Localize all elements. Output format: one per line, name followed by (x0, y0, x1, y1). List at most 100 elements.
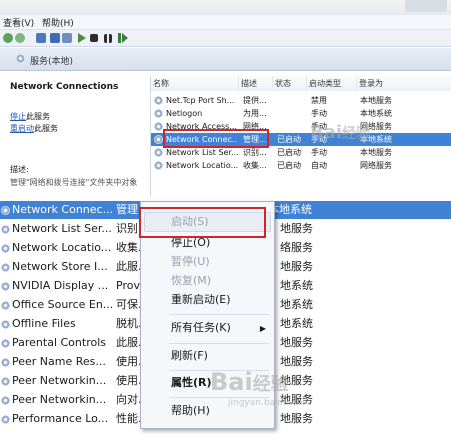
service-icon (1, 263, 10, 272)
menu-item-help[interactable]: 帮助(H) (171, 402, 210, 420)
selected-service-highlight (163, 129, 269, 148)
start-service-icon[interactable] (78, 33, 86, 43)
service-logon: 地系统 (280, 317, 313, 330)
table-row[interactable]: Net.Tcp Port Sh... 提供... 禁用 本地服务 (151, 94, 451, 107)
menu-separator (169, 314, 269, 315)
service-name: Office Source En... (12, 298, 114, 311)
service-icon (154, 96, 163, 105)
column-header-name[interactable]: 名称 (151, 76, 239, 91)
forward-icon[interactable] (15, 33, 25, 43)
service-logon: 地服务 (280, 336, 313, 349)
service-name: Network Store I... (12, 260, 108, 273)
restart-service-link[interactable]: 重启动 (10, 124, 34, 133)
pause-service-icon[interactable] (104, 34, 112, 43)
menu-item-resume[interactable]: 恢复(M) (171, 272, 211, 290)
column-header-status[interactable]: 状态 (273, 76, 307, 91)
properties-icon[interactable] (36, 33, 46, 43)
description-text: 管理"网络和拨号连接"文件夹中对象 (10, 178, 138, 187)
service-icon (1, 320, 10, 329)
service-title: Network Connections (10, 82, 119, 92)
title-strip (0, 0, 451, 15)
description-label: 描述: (10, 165, 29, 174)
submenu-arrow-icon: ▶ (259, 324, 266, 333)
service-logon: 网络服务 (360, 161, 392, 170)
service-logon: 网络服务 (360, 122, 392, 131)
restart-line: 重启动此服务 (10, 123, 58, 134)
service-logon: 地系统 (280, 279, 313, 292)
service-icon (1, 396, 10, 405)
watermark-brand: Bai (310, 122, 343, 143)
watermark-domain: jingyan.baidu.com (228, 398, 312, 408)
column-header-startup-type[interactable]: 启动类型 (307, 76, 357, 91)
service-icon (1, 415, 10, 424)
breadcrumb: 服务(本地) (30, 57, 74, 67)
watermark-brand: Bai (210, 368, 253, 396)
service-name: Peer Networkin... (12, 393, 107, 406)
service-name: NVIDIA Display ... (12, 279, 109, 292)
service-icon (1, 206, 10, 215)
service-icon (1, 244, 10, 253)
restart-service-icon[interactable] (118, 33, 128, 43)
service-icon (1, 377, 10, 386)
service-logon: 地服务 (280, 260, 313, 273)
stop-suffix: 此服务 (26, 112, 50, 121)
menu-item-restart[interactable]: 重新启动(E) (171, 291, 231, 309)
service-name: Network List Ser... (12, 222, 112, 235)
console-icon[interactable] (62, 33, 72, 43)
help-icon[interactable] (50, 33, 60, 43)
menu-item-properties[interactable]: 属性(R) (171, 374, 212, 392)
service-logon: 本地服务 (360, 148, 392, 157)
window-control-icon[interactable] (405, 0, 447, 12)
breadcrumb-bar: 服务(本地) (0, 48, 451, 71)
menu-separator (169, 343, 269, 344)
services-icon (16, 54, 25, 63)
service-name: Network Locatio... (12, 241, 112, 254)
service-logon: 络服务 (280, 241, 313, 254)
back-icon[interactable] (3, 33, 13, 43)
service-name: Parental Controls (12, 336, 106, 349)
service-logon: 本地系统 (360, 135, 392, 144)
menu-help[interactable]: 帮助(H) (42, 16, 74, 29)
service-name: Offline Files (12, 317, 76, 330)
table-row[interactable]: Netlogon 为用... 手动 本地系统 (151, 107, 451, 120)
table-row[interactable]: Network Locatio... 收集... 已启动 自动 网络服务 (151, 159, 451, 172)
service-icon (1, 301, 10, 310)
service-logon: 地服务 (280, 222, 313, 235)
column-header-description[interactable]: 描述 (239, 76, 273, 91)
service-startup: 手动 (311, 109, 327, 118)
restart-suffix: 此服务 (34, 124, 58, 133)
watermark-top: Bai经验 (310, 122, 370, 143)
service-icon (154, 109, 163, 118)
watermark-mark: 经验 (342, 126, 371, 142)
service-logon: 本地系统 (360, 109, 392, 118)
toolbar (0, 30, 451, 47)
service-status: 已启动 (277, 135, 301, 144)
service-logon: 地服务 (280, 412, 313, 425)
service-icon (154, 161, 163, 170)
left-pane: Network Connections 停止此服务 重启动此服务 描述: 管理"… (0, 71, 148, 197)
service-name: Netlogon (166, 109, 203, 118)
service-logon: 本地系统 (268, 203, 312, 216)
stop-service-icon[interactable] (90, 34, 98, 42)
stop-line: 停止此服务 (10, 111, 50, 122)
watermark-mark: 经验 (252, 374, 289, 395)
service-startup: 自动 (311, 161, 327, 170)
menu-item-refresh[interactable]: 刷新(F) (171, 347, 208, 365)
service-logon: 地服务 (280, 355, 313, 368)
stop-service-link[interactable]: 停止 (10, 112, 26, 121)
start-item-highlight (139, 207, 266, 238)
services-table: 名称 描述 状态 启动类型 登录为 Net.Tcp Port Sh... 提供.… (150, 76, 451, 197)
service-startup: 禁用 (311, 96, 327, 105)
service-desc: 提供... (243, 96, 267, 105)
column-header-logon[interactable]: 登录为 (357, 76, 451, 91)
menu-item-all-tasks[interactable]: 所有任务(K) (171, 319, 231, 337)
service-icon (154, 122, 163, 131)
service-name: Network Connec... (12, 203, 114, 216)
menu-item-pause[interactable]: 暂停(U) (171, 253, 210, 271)
service-name: Peer Networkin... (12, 374, 107, 387)
service-logon: 地服务 (280, 374, 313, 387)
service-icon (1, 225, 10, 234)
service-icon (1, 358, 10, 367)
service-name: Network Locatio... (166, 161, 238, 170)
menu-view[interactable]: 查看(V) (3, 16, 34, 29)
